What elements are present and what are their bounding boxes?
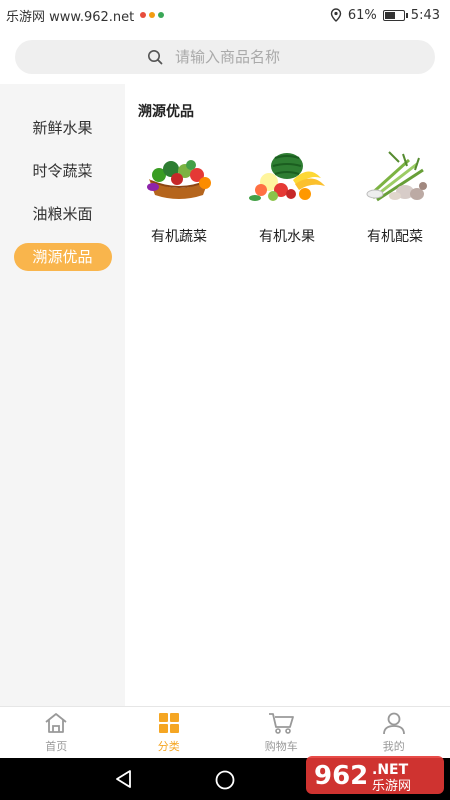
sidebar-item-seasonal-vegetables[interactable]: 时令蔬菜 bbox=[0, 149, 125, 192]
grid-item-organic-vegetables[interactable]: 有机蔬菜 bbox=[125, 146, 233, 246]
tab-label: 购物车 bbox=[264, 740, 298, 753]
search-bar[interactable] bbox=[15, 40, 435, 74]
sidebar-item-traceable-products[interactable]: 溯源优品 bbox=[0, 235, 125, 278]
grid-item-organic-side-vegetables[interactable]: 有机配菜 bbox=[341, 146, 449, 246]
product-grid: 有机蔬菜 有机水果 有机配菜 bbox=[125, 146, 450, 246]
sidebar-item-label: 油粮米面 bbox=[32, 205, 93, 223]
sidebar-item-fresh-fruit[interactable]: 新鲜水果 bbox=[0, 106, 125, 149]
category-sidebar: 新鲜水果 时令蔬菜 油粮米面 溯源优品 bbox=[0, 84, 125, 706]
fruit-pile-icon bbox=[247, 146, 327, 208]
home-circle-icon[interactable] bbox=[214, 769, 236, 791]
side-vegetables-icon bbox=[355, 146, 435, 208]
grid-item-label: 有机配菜 bbox=[367, 229, 423, 245]
status-time: 5:43 bbox=[410, 7, 440, 23]
tab-category[interactable]: 分类 bbox=[113, 707, 226, 758]
search-icon bbox=[148, 50, 163, 65]
cart-icon bbox=[269, 713, 295, 734]
tab-cart[interactable]: 购物车 bbox=[225, 707, 338, 758]
tab-label: 分类 bbox=[157, 740, 180, 753]
status-bar: 乐游网 www.962.net 61% 5:43 bbox=[0, 0, 450, 30]
watermark-suffix: .NET bbox=[372, 762, 409, 778]
battery-icon bbox=[382, 9, 408, 21]
status-site-text: 乐游网 www.962.net bbox=[6, 9, 135, 25]
grid-item-organic-fruit[interactable]: 有机水果 bbox=[233, 146, 341, 246]
grid-item-label: 有机水果 bbox=[259, 229, 315, 245]
vegetable-basket-icon bbox=[139, 146, 219, 208]
user-icon bbox=[382, 712, 405, 735]
grid-item-label: 有机蔬菜 bbox=[151, 229, 207, 245]
tab-label: 首页 bbox=[45, 740, 68, 753]
section-title: 溯源优品 bbox=[138, 104, 194, 120]
tab-profile[interactable]: 我的 bbox=[338, 707, 450, 758]
category-content: 溯源优品 有机蔬菜 有机水果 有机配菜 bbox=[125, 84, 450, 706]
sidebar-item-grain-oil[interactable]: 油粮米面 bbox=[0, 192, 125, 235]
status-notification-icons bbox=[140, 12, 165, 18]
battery-percent: 61% bbox=[347, 7, 377, 23]
category-grid-icon bbox=[158, 713, 179, 733]
watermark-number: 962 bbox=[314, 761, 368, 791]
sidebar-item-label: 溯源优品 bbox=[13, 242, 112, 271]
search-input[interactable] bbox=[175, 48, 415, 66]
location-icon bbox=[330, 8, 342, 22]
watermark-logo: 962 .NET 乐游网 bbox=[306, 752, 444, 796]
home-icon bbox=[45, 713, 67, 733]
tab-home[interactable]: 首页 bbox=[0, 707, 113, 758]
bottom-tab-bar: 首页 分类 购物车 我的 bbox=[0, 706, 450, 758]
sidebar-item-label: 时令蔬菜 bbox=[32, 162, 93, 180]
back-icon[interactable] bbox=[114, 769, 134, 789]
watermark-brand: 乐游网 bbox=[372, 779, 411, 794]
sidebar-item-label: 新鲜水果 bbox=[32, 119, 93, 137]
